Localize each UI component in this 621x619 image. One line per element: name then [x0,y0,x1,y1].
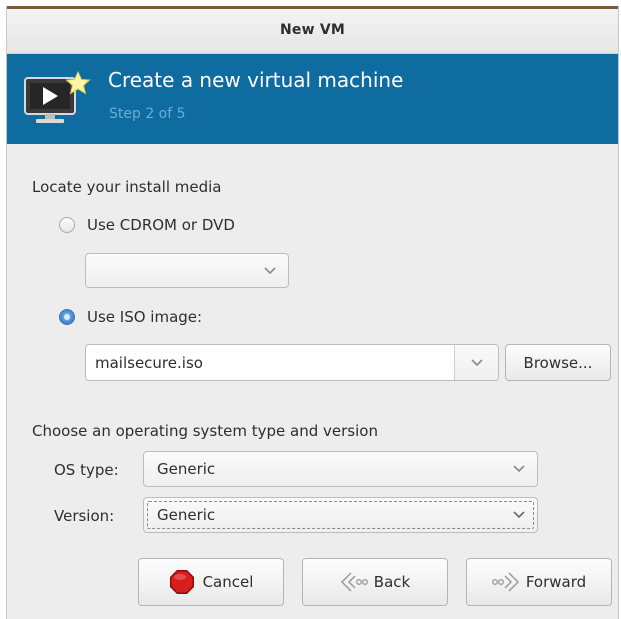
forward-button-label: Forward [525,573,587,591]
iso-path-combo[interactable]: mailsecure.iso [85,344,499,381]
forward-arrow-icon [491,572,519,592]
banner-step: Step 2 of 5 [109,106,186,122]
cdrom-radio-row[interactable]: Use CDROM or DVD [59,216,235,234]
back-button[interactable]: Back [302,558,448,606]
stop-icon [169,570,194,594]
install-media-label: Locate your install media [32,178,222,196]
chevron-down-icon [264,266,276,274]
version-label: Version: [54,507,115,525]
version-value: Generic [157,506,216,524]
version-select[interactable]: Generic [143,497,538,533]
banner-title: Create a new virtual machine [108,68,404,92]
window-titlebar[interactable]: New VM [7,6,618,54]
cancel-button-label: Cancel [202,573,254,591]
cdrom-radio-label: Use CDROM or DVD [87,216,235,234]
os-type-select[interactable]: Generic [143,451,538,487]
iso-radio-label: Use ISO image: [87,308,203,326]
monitor-icon [24,70,91,123]
wizard-banner: Create a new virtual machine Step 2 of 5 [7,54,618,144]
cdrom-select[interactable] [85,253,289,288]
os-type-value: Generic [157,460,216,478]
chevron-down-icon [513,511,525,519]
window-title: New VM [280,22,345,38]
os-section-label: Choose an operating system type and vers… [32,422,378,440]
cancel-button[interactable]: Cancel [138,558,284,606]
chevron-down-icon [471,358,483,366]
chevron-down-icon [513,465,525,473]
iso-radio-row[interactable]: Use ISO image: [59,308,202,326]
cdrom-radio[interactable] [59,217,75,233]
iso-radio[interactable] [59,309,75,325]
iso-path-input[interactable]: mailsecure.iso [95,354,203,372]
new-vm-window: New VM Create a new virtual machine Step… [6,6,619,619]
browse-button[interactable]: Browse... [505,344,611,381]
back-button-label: Back [373,573,411,591]
os-type-label: OS type: [54,461,119,479]
browse-button-label: Browse... [523,353,593,372]
back-arrow-icon [340,572,368,592]
forward-button[interactable]: Forward [466,558,612,606]
